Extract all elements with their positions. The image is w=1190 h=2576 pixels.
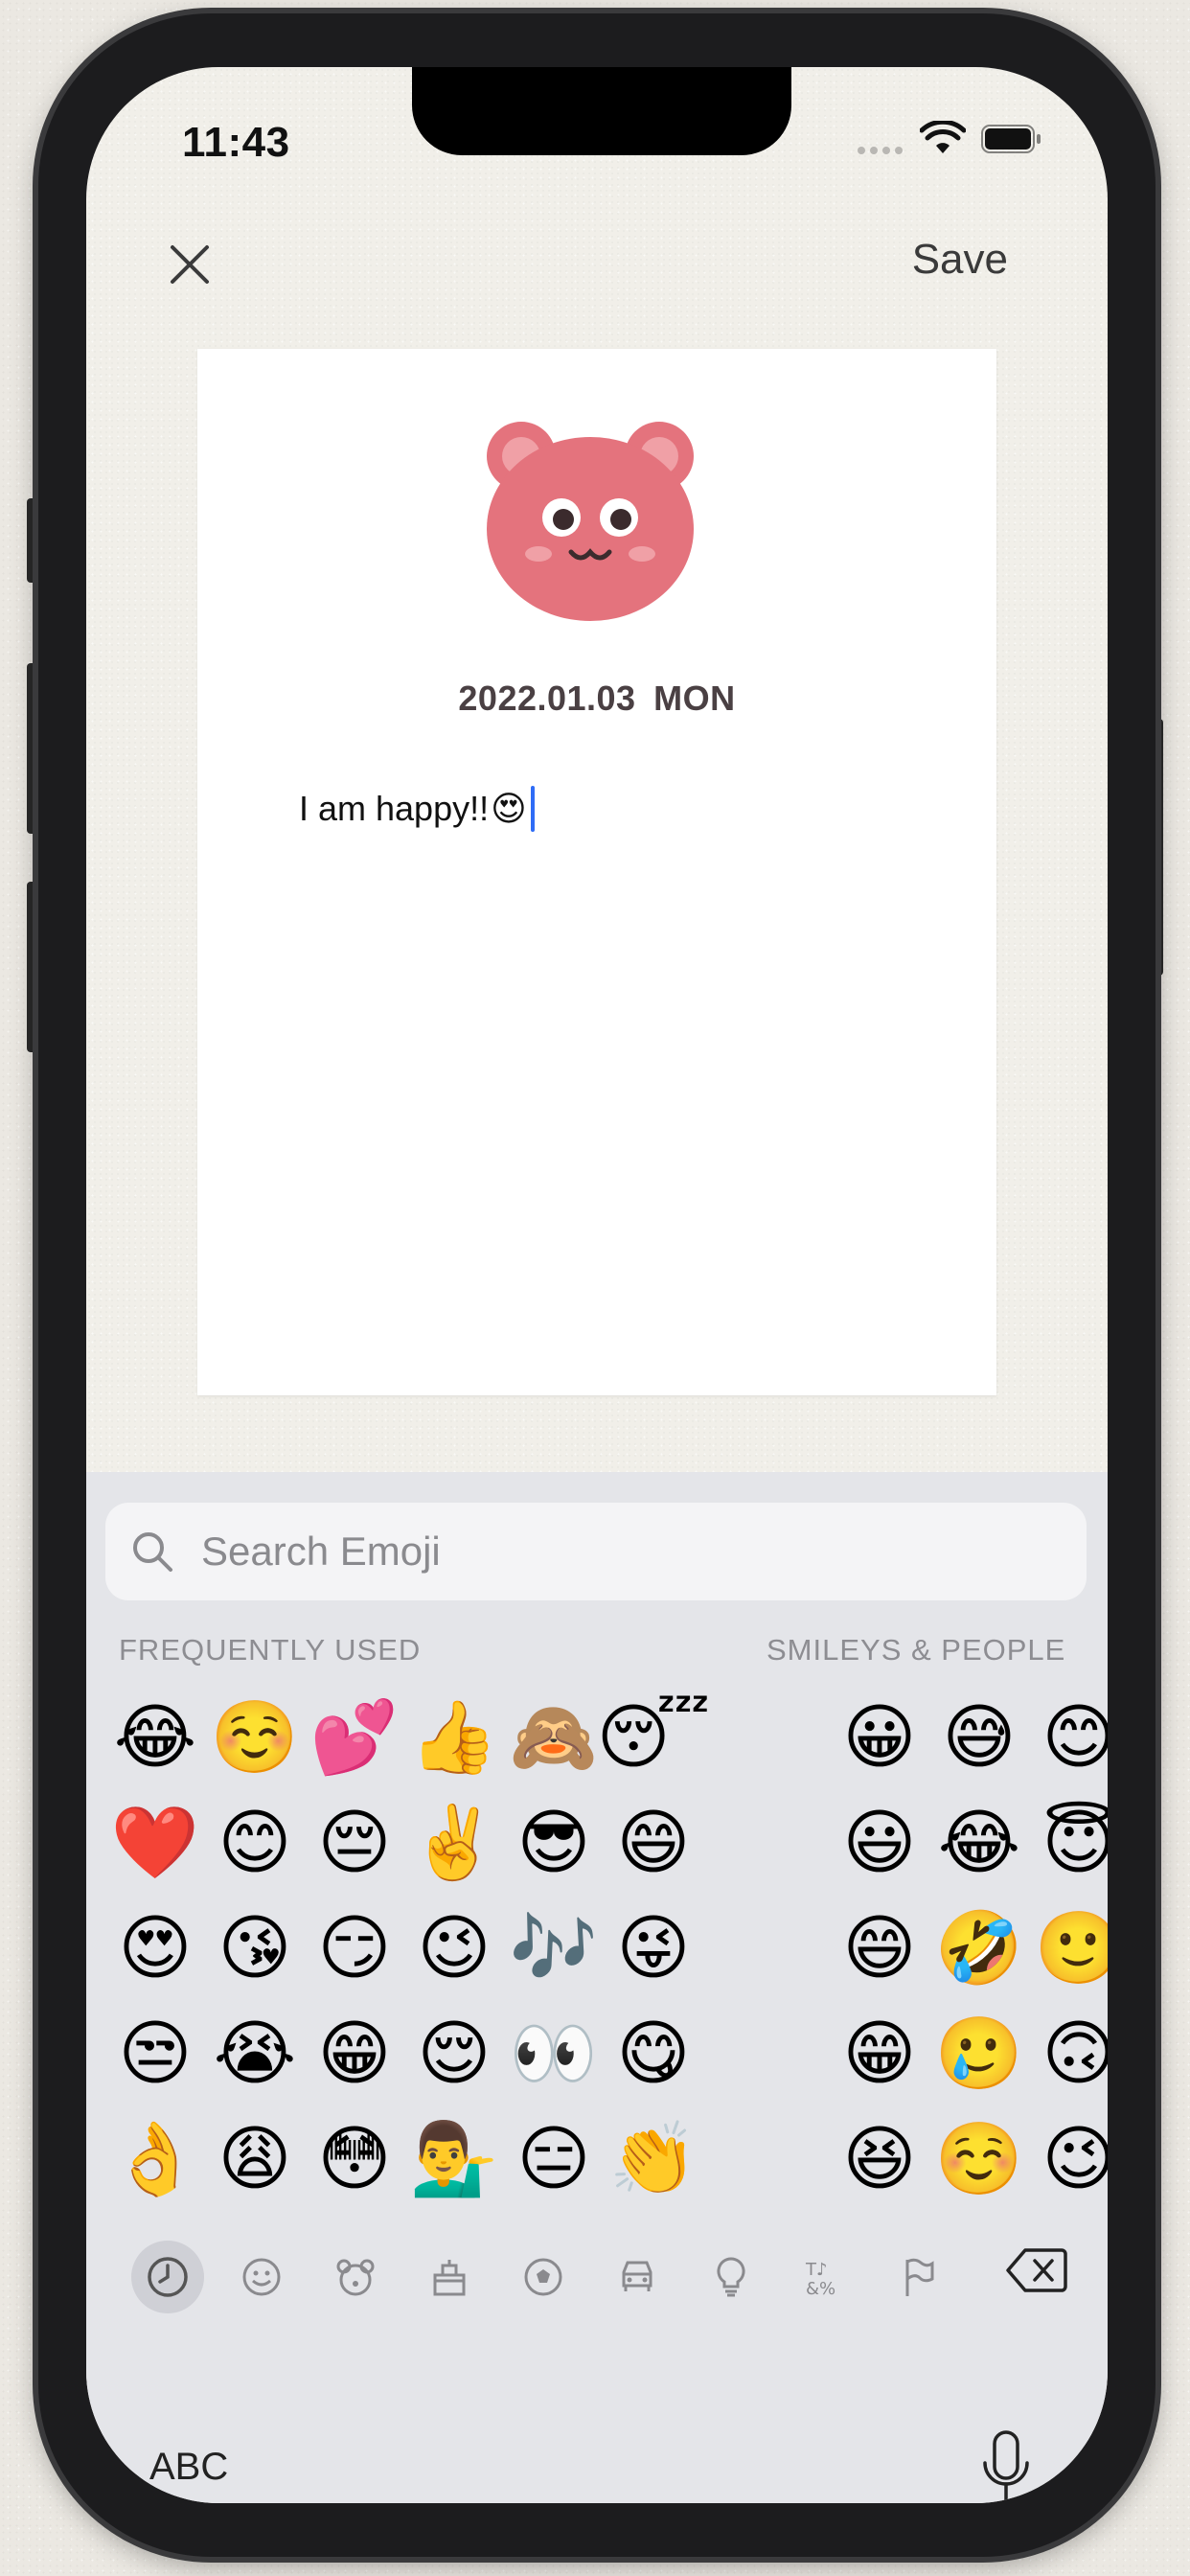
emoji-key[interactable]: 😉 — [404, 1896, 504, 2001]
recent-icon — [148, 2257, 188, 2297]
svg-text:&%: &% — [806, 2279, 835, 2298]
emoji-key[interactable]: 😏 — [305, 1896, 404, 2001]
search-emoji-field[interactable]: Search Emoji — [105, 1503, 1087, 1600]
category-travel[interactable] — [590, 2237, 684, 2317]
emoji-key[interactable]: 😴 — [597, 1685, 711, 1790]
emoji-key[interactable]: 🙂 — [1029, 1896, 1108, 2001]
emoji-key[interactable]: 😄 — [604, 1790, 703, 1896]
emoji-key[interactable]: 😂 — [105, 1685, 205, 1790]
emoji-keyboard: Search Emoji FREQUENTLY USED SMILEYS & P… — [86, 1472, 1108, 2503]
category-activity[interactable] — [496, 2237, 590, 2317]
diary-date: 2022.01.03 MON — [458, 678, 736, 718]
emoji-key[interactable]: 😀 — [830, 1685, 929, 1790]
screen: 11:43 Save 2022.01.03 MON I am happy!! 😍… — [86, 67, 1108, 2503]
emoji-key[interactable]: ☺️ — [205, 1685, 305, 1790]
search-placeholder: Search Emoji — [201, 1529, 441, 1574]
travel-icon — [622, 2261, 652, 2291]
emoji-key[interactable]: 😁 — [830, 2001, 929, 2106]
animal-icon — [336, 2259, 375, 2296]
smileys-grid: 😀😅😊😌😃😂😇🥰😄🤣🙂🥰😁🥲🙃😗😆☺️😉😙 — [830, 1685, 1108, 2212]
emoji-key[interactable]: 😩 — [205, 2106, 305, 2212]
emoji-key[interactable]: 🙈 — [504, 1685, 604, 1790]
frequently-used-label: FREQUENTLY USED — [119, 1633, 422, 1667]
wifi-icon — [920, 121, 966, 153]
bear-mood-icon[interactable] — [481, 410, 699, 625]
emoji-key[interactable]: 👏 — [604, 2106, 703, 2212]
volume-down-button — [27, 882, 38, 1052]
notch — [412, 67, 791, 155]
close-icon[interactable] — [167, 242, 213, 288]
emoji-key[interactable]: 😒 — [105, 2001, 205, 2106]
category-flags[interactable] — [872, 2237, 966, 2317]
emoji-key[interactable]: 🤣 — [929, 1896, 1029, 2001]
emoji-key[interactable]: 🥲 — [929, 2001, 1029, 2106]
status-time: 11:43 — [182, 119, 290, 166]
emoji-key[interactable]: 😅 — [929, 1685, 1029, 1790]
emoji-key[interactable]: 😳 — [305, 2106, 404, 2212]
emoji-key[interactable]: 😑 — [504, 2106, 604, 2212]
food-icon — [433, 2260, 466, 2296]
emoji-key[interactable]: 💁‍♂️ — [404, 2106, 504, 2212]
category-recent[interactable] — [121, 2237, 215, 2317]
flags-icon — [905, 2258, 934, 2296]
heart-eyes-emoji: 😍 — [491, 789, 527, 828]
emoji-key[interactable]: 💕 — [305, 1685, 404, 1790]
emoji-key[interactable]: 😁 — [305, 2001, 404, 2106]
emoji-key[interactable]: 😔 — [305, 1790, 404, 1896]
category-smileys[interactable] — [215, 2237, 309, 2317]
category-symbols[interactable]: T♪ &% — [778, 2237, 872, 2317]
emoji-key[interactable]: 👀 — [504, 2001, 604, 2106]
battery-icon — [981, 125, 1041, 153]
phone-frame: 11:43 Save 2022.01.03 MON I am happy!! 😍… — [38, 13, 1156, 2557]
diary-page: 2022.01.03 MON I am happy!! 😍 — [197, 349, 996, 1395]
svg-text:T♪: T♪ — [805, 2260, 827, 2280]
emoji-key[interactable]: 😂 — [929, 1790, 1029, 1896]
volume-up-button — [27, 663, 38, 834]
symbols-icon: T♪&% — [805, 2260, 835, 2298]
abc-keyboard-button[interactable]: ABC — [149, 2446, 228, 2489]
category-objects[interactable] — [684, 2237, 778, 2317]
emoji-key[interactable]: 😊 — [205, 1790, 305, 1896]
emoji-key[interactable]: 😆 — [830, 2106, 929, 2212]
search-icon — [133, 1532, 172, 1572]
emoji-key[interactable]: 😊 — [1029, 1685, 1108, 1790]
category-animals[interactable] — [309, 2237, 402, 2317]
emoji-key[interactable]: 👌 — [105, 2106, 205, 2212]
emoji-key[interactable]: 🎶 — [504, 1896, 604, 2001]
save-button[interactable]: Save — [912, 236, 1008, 284]
emoji-key[interactable]: 👍 — [404, 1685, 504, 1790]
diary-text-field[interactable]: I am happy!! 😍 — [299, 786, 535, 832]
emoji-key[interactable]: 😘 — [205, 1896, 305, 2001]
smileys-people-label: SMILEYS & PEOPLE — [767, 1633, 1066, 1667]
cellular-signal-icon — [858, 142, 907, 159]
objects-icon — [717, 2257, 745, 2297]
emoji-category-bar: T♪ &% — [121, 2237, 1079, 2317]
emoji-key[interactable]: 😜 — [604, 1896, 703, 2001]
frequently-used-grid: 😂 ☺️ 💕 👍 🙈 😴 ❤️ 😊 😔 ✌️ 😎 😄 😍 😘 😏 😉 🎶 😜 😒 😭 😁 😌 👀 😋 👌 😩 😳 💁‍♂️ 😑 👏 — [105, 1685, 711, 2212]
emoji-key[interactable]: 😉 — [1029, 2106, 1108, 2212]
emoji-key[interactable]: 😎 — [504, 1790, 604, 1896]
emoji-key[interactable]: 😍 — [105, 1896, 205, 2001]
emoji-key[interactable]: ☺️ — [929, 2106, 1029, 2212]
delete-icon[interactable] — [1006, 2246, 1067, 2294]
emoji-key[interactable]: 😄 — [830, 1896, 929, 2001]
emoji-key[interactable]: 😇 — [1029, 1790, 1108, 1896]
category-food[interactable] — [402, 2237, 496, 2317]
emoji-key[interactable]: ❤️ — [105, 1790, 205, 1896]
emoji-key[interactable]: 😃 — [830, 1790, 929, 1896]
emoji-key[interactable]: 🙃 — [1029, 2001, 1108, 2106]
microphone-icon[interactable] — [979, 2430, 1033, 2503]
emoji-key[interactable]: 😋 — [604, 2001, 703, 2106]
smiley-icon — [242, 2258, 281, 2296]
emoji-key[interactable]: ✌️ — [404, 1790, 504, 1896]
text-cursor — [530, 786, 535, 832]
diary-text: I am happy!! — [299, 789, 490, 828]
mute-switch — [27, 498, 38, 583]
activity-icon — [524, 2258, 562, 2296]
emoji-key[interactable]: 😭 — [205, 2001, 305, 2106]
emoji-key[interactable]: 😌 — [404, 2001, 504, 2106]
